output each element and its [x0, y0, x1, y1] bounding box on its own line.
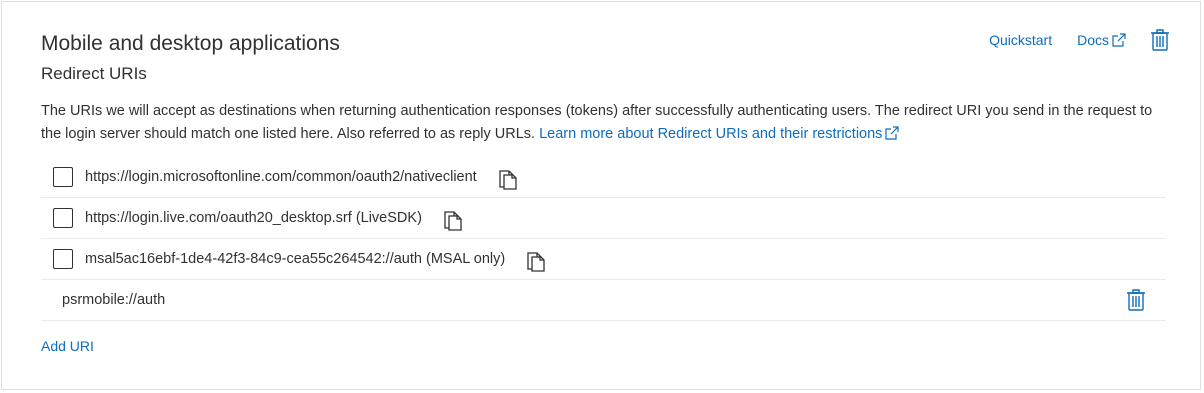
uri-text: msal5ac16ebf-1de4-42f3-84c9-cea55c264542…: [85, 251, 506, 267]
section-subtitle: Redirect URIs: [41, 64, 147, 83]
uri-checkbox[interactable]: [53, 167, 73, 187]
section-title: Mobile and desktop applications: [41, 32, 340, 55]
external-link-icon: [885, 125, 900, 140]
external-link-icon: [1112, 33, 1126, 47]
copy-icon[interactable]: [525, 250, 545, 272]
delete-uri-trash-icon[interactable]: [1126, 288, 1146, 312]
uri-checkbox[interactable]: [53, 249, 73, 269]
delete-platform-trash-icon[interactable]: [1150, 28, 1170, 52]
redirect-uris-card: Mobile and desktop applications Redirect…: [1, 1, 1201, 390]
custom-uri-text[interactable]: psrmobile://auth: [62, 292, 165, 308]
uri-row: https://login.live.com/oauth20_desktop.s…: [41, 198, 1166, 239]
uri-text: https://login.live.com/oauth20_desktop.s…: [85, 210, 422, 226]
docs-link[interactable]: Docs: [1077, 32, 1109, 48]
uri-text: https://login.microsoftonline.com/common…: [85, 169, 477, 185]
copy-icon[interactable]: [442, 209, 462, 231]
docs-link-wrapper[interactable]: Docs: [1077, 32, 1126, 48]
description-text: The URIs we will accept as destinations …: [41, 100, 1171, 146]
copy-icon[interactable]: [497, 168, 517, 190]
uri-row: https://login.microsoftonline.com/common…: [41, 157, 1166, 198]
uri-row: msal5ac16ebf-1de4-42f3-84c9-cea55c264542…: [41, 239, 1166, 280]
uri-checkbox[interactable]: [53, 208, 73, 228]
quickstart-link[interactable]: Quickstart: [989, 32, 1052, 48]
header-actions: Quickstart Docs: [989, 28, 1170, 52]
custom-uri-row: psrmobile://auth: [41, 280, 1166, 321]
uri-list: https://login.microsoftonline.com/common…: [41, 157, 1166, 321]
add-uri-link[interactable]: Add URI: [41, 338, 94, 354]
learn-more-link[interactable]: Learn more about Redirect URIs and their…: [539, 126, 882, 142]
